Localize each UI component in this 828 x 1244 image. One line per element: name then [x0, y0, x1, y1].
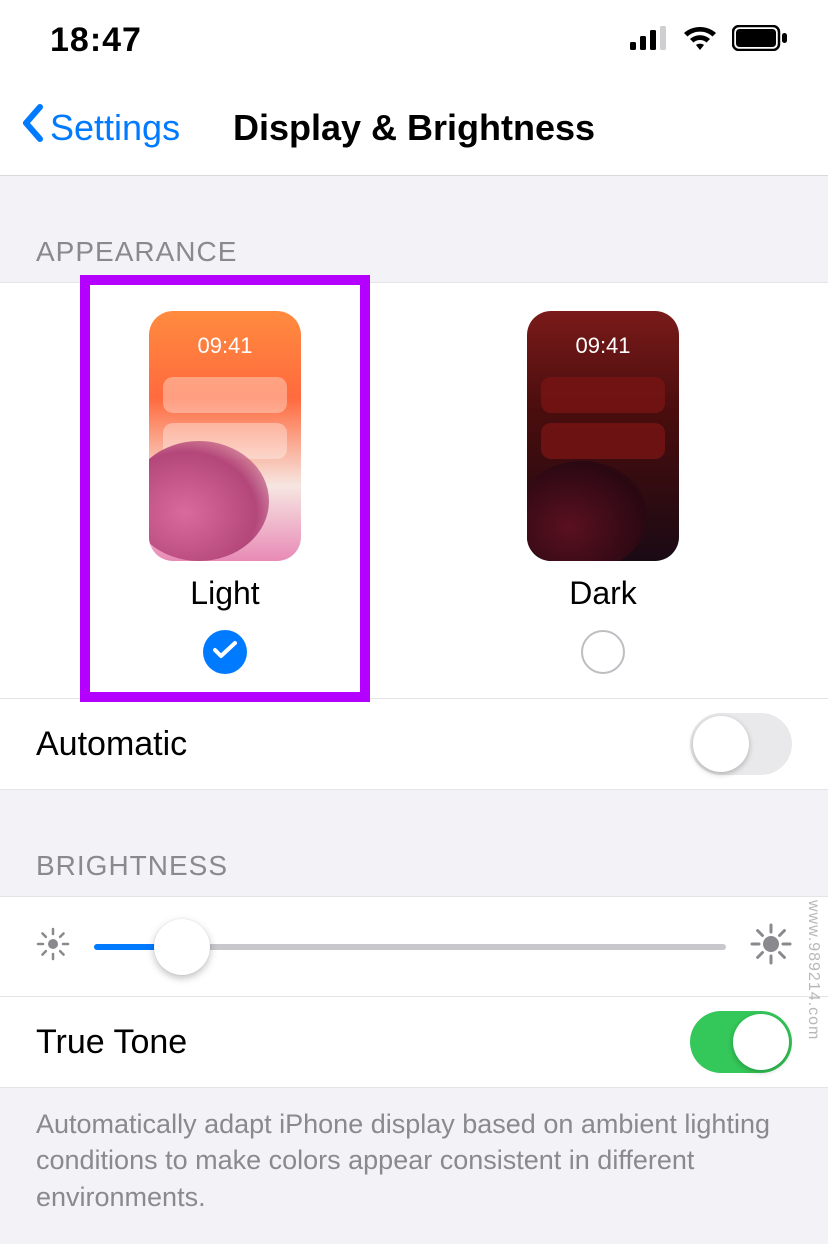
dark-radio[interactable]	[581, 630, 625, 674]
battery-icon	[732, 25, 788, 56]
automatic-label: Automatic	[36, 725, 187, 764]
appearance-option-light[interactable]: 09:41 Light	[36, 283, 414, 698]
watermark: www.989214.com	[804, 900, 822, 1040]
status-indicators	[630, 25, 788, 56]
true-tone-row: True Tone	[0, 996, 828, 1088]
brightness-low-icon	[36, 927, 70, 966]
dark-label: Dark	[569, 575, 637, 612]
appearance-card: 09:41 Light 09:41 Dark Automatic	[0, 282, 828, 790]
brightness-row	[0, 896, 828, 996]
light-label: Light	[190, 575, 259, 612]
wifi-icon	[682, 25, 718, 56]
brightness-header: BRIGHTNESS	[0, 790, 828, 896]
light-radio[interactable]	[203, 630, 247, 674]
appearance-option-dark[interactable]: 09:41 Dark	[414, 283, 792, 698]
automatic-toggle[interactable]	[690, 713, 792, 775]
brightness-high-icon	[750, 923, 792, 970]
preview-time: 09:41	[527, 333, 679, 359]
nav-bar: Settings Display & Brightness	[0, 80, 828, 176]
back-button[interactable]: Settings	[0, 104, 180, 151]
true-tone-footer: Automatically adapt iPhone display based…	[0, 1088, 828, 1215]
true-tone-toggle[interactable]	[690, 1011, 792, 1073]
status-bar: 18:47	[0, 0, 828, 80]
appearance-header: APPEARANCE	[0, 176, 828, 282]
chevron-left-icon	[20, 104, 44, 151]
cellular-icon	[630, 26, 668, 55]
automatic-row: Automatic	[0, 698, 828, 790]
preview-time: 09:41	[149, 333, 301, 359]
true-tone-label: True Tone	[36, 1023, 187, 1062]
light-preview: 09:41	[149, 311, 301, 561]
status-time: 18:47	[50, 21, 142, 60]
checkmark-icon	[212, 640, 238, 665]
brightness-slider[interactable]	[94, 944, 726, 950]
back-label: Settings	[50, 107, 180, 149]
dark-preview: 09:41	[527, 311, 679, 561]
